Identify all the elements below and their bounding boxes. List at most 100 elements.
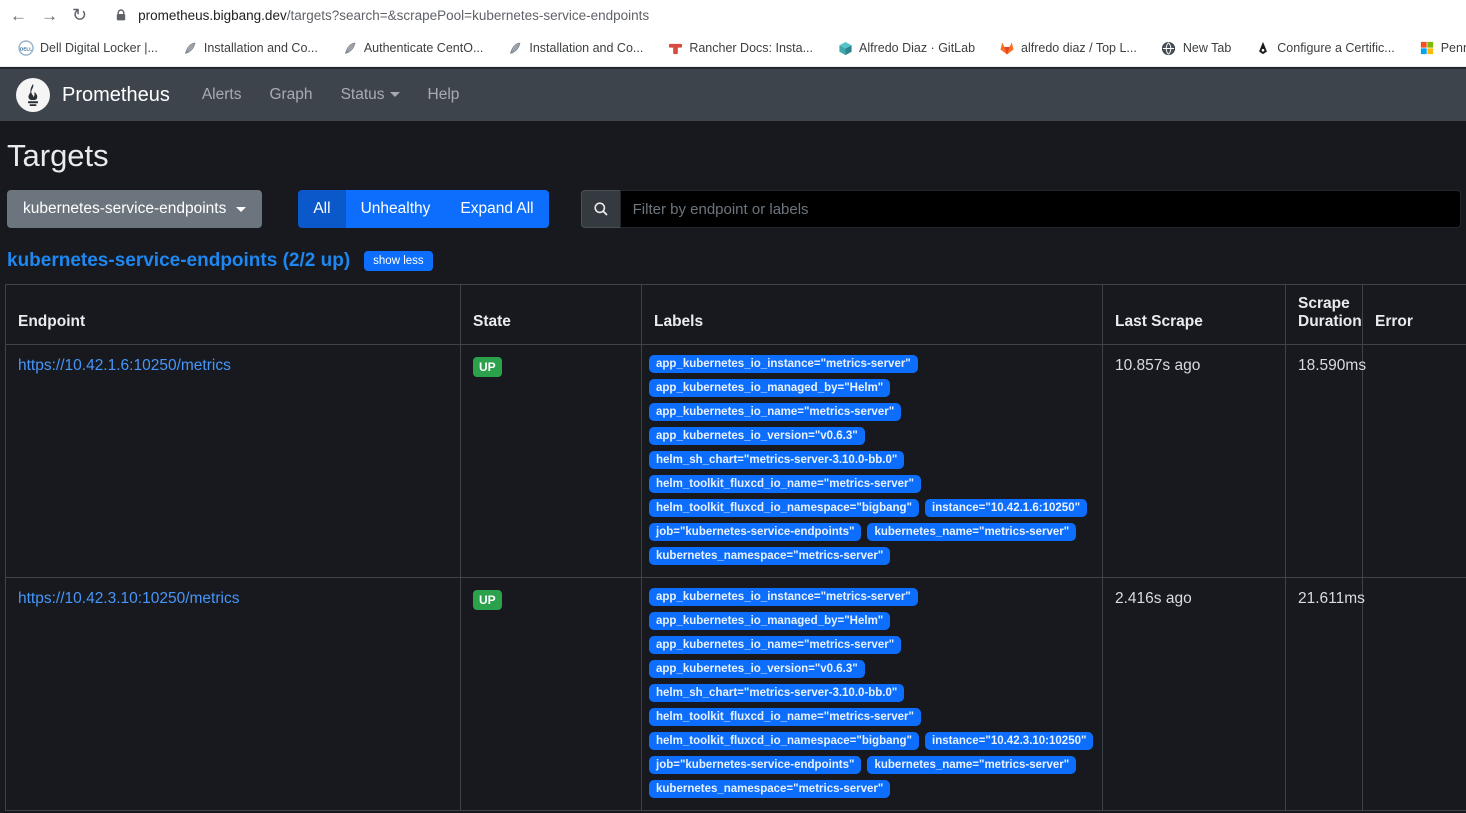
target-label-badge: app_kubernetes_io_version="v0.6.3" bbox=[649, 660, 865, 678]
nav-item-graph[interactable]: Graph bbox=[255, 78, 326, 112]
globe-icon bbox=[1161, 40, 1177, 56]
target-label-badge: kubernetes_name="metrics-server" bbox=[867, 756, 1076, 774]
bookmark-configure-certificate[interactable]: Configure a Certific... bbox=[1247, 36, 1402, 60]
target-label-badge: helm_sh_chart="metrics-server-3.10.0-bb.… bbox=[649, 684, 904, 702]
show-less-button[interactable]: show less bbox=[364, 251, 433, 271]
bookmark-label: Dell Digital Locker |... bbox=[40, 41, 158, 55]
lock-icon[interactable] bbox=[113, 7, 129, 23]
bookmark-label: Authenticate CentO... bbox=[364, 41, 484, 55]
bookmark-label: Penn State Graduat... bbox=[1441, 41, 1466, 55]
bookmark-rancher-docs[interactable]: Rancher Docs: Insta... bbox=[659, 36, 821, 60]
target-label-badge: helm_toolkit_fluxcd_io_namespace="bigban… bbox=[649, 499, 919, 517]
table-row: https://10.42.1.6:10250/metrics UP app_k… bbox=[6, 345, 1466, 578]
rancher-icon bbox=[667, 40, 683, 56]
pen-nib-icon bbox=[1255, 40, 1271, 56]
table-row: https://10.42.3.10:10250/metrics UP app_… bbox=[6, 578, 1466, 811]
url-path: /targets?search=&scrapePool=kubernetes-s… bbox=[287, 8, 649, 23]
bookmark-label: alfredo diaz / Top L... bbox=[1021, 41, 1137, 55]
error-value bbox=[1363, 345, 1466, 578]
bookmark-gitlab-top-level[interactable]: alfredo diaz / Top L... bbox=[991, 36, 1145, 60]
url-bar[interactable]: prometheus.bigbang.dev/targets?search=&s… bbox=[101, 2, 1456, 28]
header-last-scrape: Last Scrape bbox=[1103, 285, 1286, 345]
header-endpoint: Endpoint bbox=[6, 285, 461, 345]
bookmark-label: New Tab bbox=[1183, 41, 1231, 55]
target-label-badge: app_kubernetes_io_name="metrics-server" bbox=[649, 403, 901, 421]
document-quill-icon bbox=[182, 40, 198, 56]
target-label-badge: app_kubernetes_io_version="v0.6.3" bbox=[649, 427, 865, 445]
brand-name: Prometheus bbox=[62, 84, 170, 107]
target-label-badge: app_kubernetes_io_instance="metrics-serv… bbox=[649, 355, 918, 373]
header-scrape-duration: Scrape Duration bbox=[1286, 285, 1363, 345]
bookmark-label: Installation and Co... bbox=[204, 41, 318, 55]
filter-all-button[interactable]: All bbox=[298, 190, 345, 228]
prometheus-brand-link[interactable]: Prometheus bbox=[16, 78, 188, 112]
targets-page: Targets kubernetes-service-endpoints All… bbox=[0, 138, 1466, 811]
target-label-badge: app_kubernetes_io_instance="metrics-serv… bbox=[649, 588, 918, 606]
target-label-badge: helm_toolkit_fluxcd_io_name="metrics-ser… bbox=[649, 475, 921, 493]
search-icon bbox=[581, 190, 620, 228]
status-badge: UP bbox=[473, 590, 502, 610]
target-label-badge: helm_sh_chart="metrics-server-3.10.0-bb.… bbox=[649, 451, 904, 469]
target-label-badge: app_kubernetes_io_name="metrics-server" bbox=[649, 636, 901, 654]
bookmark-installation-2[interactable]: Installation and Co... bbox=[499, 36, 651, 60]
target-label-badge: job="kubernetes-service-endpoints" bbox=[649, 523, 861, 541]
target-filter-button-group: All Unhealthy Expand All bbox=[298, 190, 548, 228]
scrape-pool-section-header: kubernetes-service-endpoints (2/2 up) sh… bbox=[7, 250, 1461, 272]
target-label-badge: kubernetes_name="metrics-server" bbox=[867, 523, 1076, 541]
scrape-pool-dropdown[interactable]: kubernetes-service-endpoints bbox=[7, 190, 262, 228]
endpoint-link[interactable]: https://10.42.3.10:10250/metrics bbox=[18, 590, 239, 607]
bookmark-installation-1[interactable]: Installation and Co... bbox=[174, 36, 326, 60]
forward-icon[interactable]: → bbox=[41, 7, 58, 24]
target-label-badge: kubernetes_namespace="metrics-server" bbox=[649, 780, 890, 798]
targets-table: Endpoint State Labels Last Scrape Scrape… bbox=[5, 284, 1466, 811]
svg-text:DELL: DELL bbox=[20, 46, 32, 51]
header-state: State bbox=[461, 285, 642, 345]
last-scrape-value: 2.416s ago bbox=[1103, 578, 1286, 811]
error-value bbox=[1363, 578, 1466, 811]
bookmark-dell[interactable]: DELL Dell Digital Locker |... bbox=[10, 36, 166, 60]
status-badge: UP bbox=[473, 357, 502, 377]
bookmark-authenticate-centos[interactable]: Authenticate CentO... bbox=[334, 36, 492, 60]
last-scrape-value: 10.857s ago bbox=[1103, 345, 1286, 578]
target-label-badge: helm_toolkit_fluxcd_io_namespace="bigban… bbox=[649, 732, 919, 750]
table-header-row: Endpoint State Labels Last Scrape Scrape… bbox=[6, 285, 1466, 345]
gitlab-cube-icon bbox=[837, 40, 853, 56]
filter-unhealthy-button[interactable]: Unhealthy bbox=[346, 190, 446, 228]
bookmarks-bar: DELL Dell Digital Locker |... Installati… bbox=[0, 30, 1466, 67]
microsoft-icon bbox=[1419, 40, 1435, 56]
bookmark-label: Alfredo Diaz · GitLab bbox=[859, 41, 975, 55]
gitlab-fox-icon bbox=[999, 40, 1015, 56]
back-icon[interactable]: ← bbox=[10, 7, 27, 24]
header-error: Error bbox=[1363, 285, 1466, 345]
search-input[interactable] bbox=[620, 190, 1461, 228]
document-quill-icon bbox=[507, 40, 523, 56]
search-bar bbox=[581, 190, 1461, 228]
target-label-badge: job="kubernetes-service-endpoints" bbox=[649, 756, 861, 774]
filter-controls: kubernetes-service-endpoints All Unhealt… bbox=[7, 190, 1461, 228]
header-labels: Labels bbox=[642, 285, 1103, 345]
reload-icon[interactable]: ↻ bbox=[72, 6, 87, 24]
chevron-down-icon bbox=[390, 92, 400, 97]
nav-item-help[interactable]: Help bbox=[414, 78, 474, 112]
bookmark-new-tab[interactable]: New Tab bbox=[1153, 36, 1239, 60]
nav-item-alerts[interactable]: Alerts bbox=[188, 78, 256, 112]
target-label-badge: helm_toolkit_fluxcd_io_name="metrics-ser… bbox=[649, 708, 921, 726]
labels-list: app_kubernetes_io_instance="metrics-serv… bbox=[649, 355, 1095, 567]
bookmark-label: Rancher Docs: Insta... bbox=[689, 41, 813, 55]
endpoint-link[interactable]: https://10.42.1.6:10250/metrics bbox=[18, 357, 231, 374]
chevron-down-icon bbox=[236, 207, 246, 212]
nav-item-status[interactable]: Status bbox=[327, 78, 414, 112]
bookmark-label: Configure a Certific... bbox=[1277, 41, 1394, 55]
bookmark-penn-state[interactable]: Penn State Graduat... bbox=[1411, 36, 1466, 60]
expand-all-button[interactable]: Expand All bbox=[445, 190, 548, 228]
page-title: Targets bbox=[7, 138, 1461, 174]
target-label-badge: app_kubernetes_io_managed_by="Helm" bbox=[649, 612, 890, 630]
bookmark-gitlab-profile[interactable]: Alfredo Diaz · GitLab bbox=[829, 36, 983, 60]
target-label-badge: app_kubernetes_io_managed_by="Helm" bbox=[649, 379, 890, 397]
url-text: prometheus.bigbang.dev/targets?search=&s… bbox=[138, 8, 649, 23]
scrape-pool-title: kubernetes-service-endpoints (2/2 up) bbox=[7, 250, 350, 272]
prometheus-navbar: Prometheus Alerts Graph Status Help bbox=[0, 67, 1466, 121]
target-label-badge: instance="10.42.1.6:10250" bbox=[925, 499, 1087, 517]
prometheus-logo-icon bbox=[16, 78, 50, 112]
bookmark-label: Installation and Co... bbox=[529, 41, 643, 55]
